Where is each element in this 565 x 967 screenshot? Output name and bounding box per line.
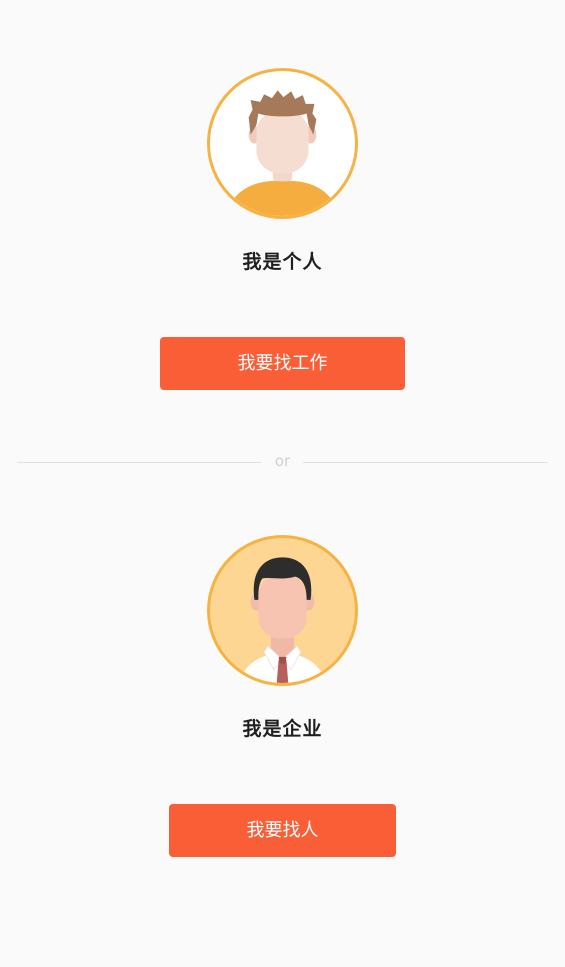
businessman-avatar-icon: [207, 535, 358, 686]
find-job-button[interactable]: 我要找工作: [160, 337, 405, 390]
divider-line-left: [17, 462, 261, 463]
find-people-button[interactable]: 我要找人: [169, 804, 396, 857]
personal-role-title: 我是个人: [242, 251, 323, 273]
divider-or-text: or: [274, 452, 291, 470]
young-man-avatar-icon: [207, 68, 358, 219]
divider-line-right: [303, 462, 548, 463]
company-role-title: 我是企业: [242, 718, 323, 740]
